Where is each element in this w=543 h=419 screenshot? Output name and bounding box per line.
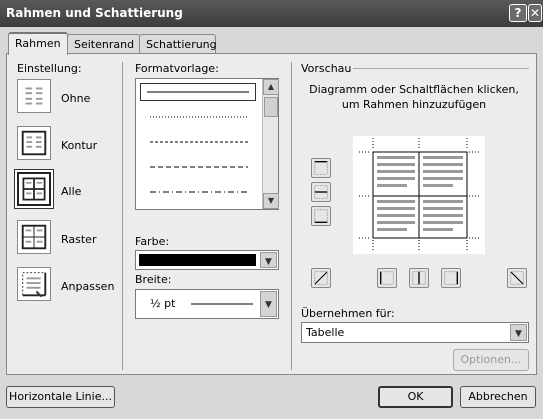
cancel-button[interactable]: Abbrechen xyxy=(460,386,536,408)
width-value: ½ pt xyxy=(150,297,176,310)
scroll-thumb[interactable] xyxy=(264,97,278,117)
style-item-dashed[interactable] xyxy=(140,159,256,177)
settings-box-label: Kontur xyxy=(61,139,98,152)
style-label: Formatvorlage: xyxy=(135,62,219,75)
color-swatch xyxy=(139,254,256,266)
border-style-list[interactable]: ▲ ▼ xyxy=(135,78,279,210)
settings-label: Einstellung: xyxy=(17,62,82,75)
style-list-scrollbar[interactable]: ▲ ▼ xyxy=(262,79,279,209)
column-divider xyxy=(122,62,123,370)
border-inside-vertical-button[interactable] xyxy=(409,268,429,288)
tab-schattierung[interactable]: Schattierung xyxy=(139,34,217,54)
border-preview[interactable] xyxy=(353,136,485,254)
window-title: Rahmen und Schattierung xyxy=(6,6,183,20)
rahmen-panel: Einstellung: Ohne Kontur Alle Raster Anp… xyxy=(6,53,537,375)
style-item-solid[interactable] xyxy=(140,83,256,101)
preview-instruction: Diagramm oder Schaltflächen klicken, um … xyxy=(309,83,519,111)
border-top-button[interactable] xyxy=(311,158,331,178)
options-button[interactable]: Optionen... xyxy=(453,349,529,371)
border-diagonal-down-button[interactable] xyxy=(311,268,331,288)
apply-to-value: Tabelle xyxy=(306,326,345,339)
chevron-down-icon[interactable]: ▼ xyxy=(510,324,527,341)
apply-to-dropdown[interactable]: Tabelle ▼ xyxy=(301,322,529,343)
settings-all-label: Alle xyxy=(61,185,82,198)
scroll-up-icon[interactable]: ▲ xyxy=(263,79,279,95)
settings-grid-icon[interactable] xyxy=(17,220,51,254)
help-button[interactable]: ? xyxy=(509,4,527,22)
border-left-button[interactable] xyxy=(377,268,397,288)
preview-label: Vorschau xyxy=(301,62,352,75)
settings-grid-label: Raster xyxy=(61,233,97,246)
chevron-down-icon[interactable]: ▼ xyxy=(260,291,277,317)
settings-none-label: Ohne xyxy=(61,92,91,105)
tab-seitenrand[interactable]: Seitenrand xyxy=(67,34,140,54)
color-dropdown[interactable]: ▼ xyxy=(135,250,279,270)
settings-box-icon[interactable] xyxy=(17,126,51,160)
settings-custom-label: Anpassen xyxy=(61,280,115,293)
title-bar: Rahmen und Schattierung ? ✕ xyxy=(0,0,543,27)
color-label: Farbe: xyxy=(135,235,170,248)
close-button[interactable]: ✕ xyxy=(528,4,542,22)
border-inside-horizontal-button[interactable] xyxy=(311,182,331,202)
style-item-dash-dot[interactable] xyxy=(140,184,256,202)
width-dropdown[interactable]: ½ pt ▼ xyxy=(135,289,279,319)
tab-rahmen[interactable]: Rahmen xyxy=(8,32,68,55)
width-label: Breite: xyxy=(135,273,172,286)
settings-custom-icon[interactable] xyxy=(17,267,51,301)
preview-separator xyxy=(353,68,529,69)
scroll-down-icon[interactable]: ▼ xyxy=(263,193,279,209)
chevron-down-icon[interactable]: ▼ xyxy=(260,252,277,268)
settings-all-icon[interactable] xyxy=(17,172,51,206)
style-item-dotted[interactable] xyxy=(140,109,256,127)
horizontal-line-button[interactable]: Horizontale Linie... xyxy=(6,386,115,408)
column-divider-2 xyxy=(291,62,292,370)
settings-none-icon[interactable] xyxy=(17,79,51,113)
style-item-dashed-small[interactable] xyxy=(140,134,256,152)
border-right-button[interactable] xyxy=(441,268,461,288)
border-diagonal-up-button[interactable] xyxy=(507,268,527,288)
border-bottom-button[interactable] xyxy=(311,206,331,226)
apply-to-label: Übernehmen für: xyxy=(301,307,395,320)
ok-button[interactable]: OK xyxy=(378,386,453,408)
